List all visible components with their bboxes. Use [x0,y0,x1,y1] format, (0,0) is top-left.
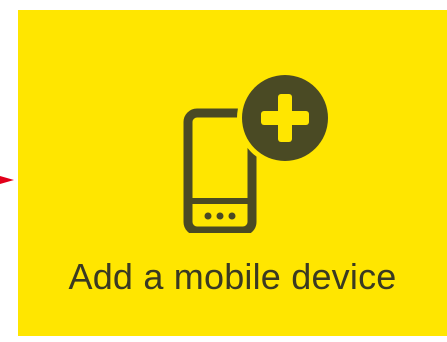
screenshot-stage: Add a mobile device [0,0,447,342]
arrow-right-icon [0,176,14,184]
tile-label: Add a mobile device [68,256,397,297]
add-mobile-device-tile[interactable]: Add a mobile device [18,10,447,336]
phone-with-plus-icon [183,73,330,233]
